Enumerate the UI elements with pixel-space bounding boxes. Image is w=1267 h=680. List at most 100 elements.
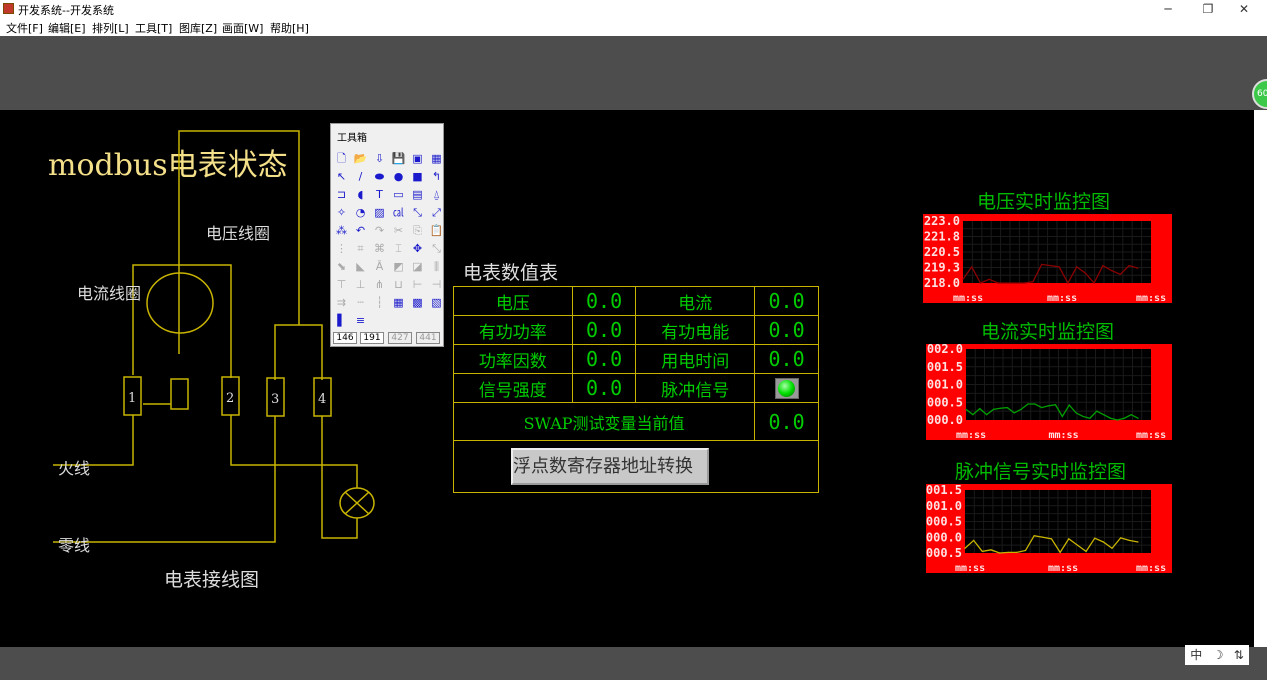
rotate-icon[interactable]: ⤡: [428, 241, 445, 257]
data-point: [1076, 266, 1078, 268]
combine-icon[interactable]: ⌘: [371, 241, 388, 257]
ungroup-icon[interactable]: ⌗: [352, 241, 369, 257]
menu-screen[interactable]: 画面[W]: [222, 20, 263, 36]
import-icon[interactable]: ⇩: [371, 151, 388, 167]
ime-chinese-icon[interactable]: 中: [1190, 645, 1202, 665]
data-point: [1050, 538, 1053, 540]
fill-color-icon[interactable]: ▌: [333, 313, 350, 329]
current-chart-title: 电流实时监控图: [981, 321, 1115, 343]
back-icon[interactable]: ◣: [352, 259, 369, 275]
polyline-icon[interactable]: ↰: [428, 169, 445, 185]
current-chart: 002.0 001.5 001.0 000.5 000.0 mm:ss mm:ss mm:ss: [926, 344, 1172, 440]
break-icon[interactable]: ✥: [409, 241, 426, 257]
distribute-icon[interactable]: ⇉: [333, 295, 350, 311]
gauge-icon[interactable]: ◔: [352, 205, 369, 221]
palette-icon[interactable]: ▩: [409, 295, 426, 311]
close-button[interactable]: ✕: [1226, 0, 1262, 18]
align-bottom-icon[interactable]: ⊥: [352, 277, 369, 293]
paste-icon[interactable]: 📋: [428, 223, 445, 239]
align-center-icon[interactable]: ⫼: [428, 259, 445, 275]
data-point: [1007, 551, 1009, 553]
line-icon[interactable]: /: [352, 169, 369, 185]
voltage-chart-title: 电压实时监控图: [977, 191, 1111, 213]
meter-table-title: 电表数值表: [463, 262, 559, 284]
data-point: [1130, 414, 1132, 416]
rounded-rect-icon[interactable]: ▭: [390, 187, 407, 203]
bitmap-icon[interactable]: ▤: [409, 187, 426, 203]
data-point: [999, 407, 1002, 409]
maximize-button[interactable]: ❐: [1190, 0, 1226, 18]
design-canvas[interactable]: modbus电表状态 1 2 3 4 电压线圈 电流线圈 火线 零线 电表接线图…: [0, 110, 1254, 647]
menu-arrange[interactable]: 排列[L]: [92, 20, 129, 36]
group-icon[interactable]: ⁂: [333, 223, 350, 239]
menu-help[interactable]: 帮助[H]: [270, 20, 309, 36]
ime-punct-icon[interactable]: ⇅: [1234, 645, 1244, 665]
menu-tools[interactable]: 工具[T]: [135, 20, 172, 36]
font-icon[interactable]: Ā: [371, 259, 388, 275]
minimize-button[interactable]: ─: [1150, 0, 1186, 18]
trend-icon[interactable]: ⤡: [409, 205, 426, 221]
data-point: [1006, 282, 1008, 284]
text-icon[interactable]: T: [371, 187, 388, 203]
active-energy-value: 0.0: [754, 315, 819, 345]
vspace-icon[interactable]: ┆: [371, 295, 388, 311]
new-icon[interactable]: 🗋: [333, 151, 350, 167]
front-icon[interactable]: ⬊: [333, 259, 350, 275]
float-register-convert-button[interactable]: 浮点数寄存器地址转换: [511, 448, 709, 485]
terminal-3-label: 3: [271, 392, 279, 407]
open-icon[interactable]: 📂: [352, 151, 369, 167]
undo-icon[interactable]: ↶: [352, 223, 369, 239]
data-point: [1049, 265, 1052, 267]
data-point: [1102, 265, 1104, 267]
y-tick-label: 000.5: [927, 395, 963, 409]
coord-x-field[interactable]: 146: [333, 332, 357, 344]
layer-down-icon[interactable]: ◪: [409, 259, 426, 275]
hspace-icon[interactable]: ┄: [352, 295, 369, 311]
menu-edit[interactable]: 编辑[E]: [48, 20, 86, 36]
align-icon[interactable]: ⋮: [333, 241, 350, 257]
data-point: [1075, 412, 1077, 414]
cut-icon[interactable]: ✂: [390, 223, 407, 239]
y-tick-label: -000.5: [926, 546, 962, 560]
swap-label: SWAP测试变量当前值: [452, 402, 756, 441]
arc-icon[interactable]: ◖: [352, 187, 369, 203]
data-point: [1023, 282, 1025, 284]
wizard-icon[interactable]: ✧: [333, 205, 350, 221]
rectangle-icon[interactable]: ■: [409, 169, 426, 185]
active-power-label: 有功功率: [453, 315, 573, 345]
pipe-icon[interactable]: ⊐: [333, 187, 350, 203]
menu-file[interactable]: 文件[F]: [6, 20, 43, 36]
flask-icon[interactable]: ⍙: [428, 187, 445, 203]
redo-icon[interactable]: ↷: [371, 223, 388, 239]
align-left-icon[interactable]: ⊢: [409, 277, 426, 293]
grid-icon[interactable]: ▦: [390, 295, 407, 311]
ime-moon-icon[interactable]: ☽: [1213, 645, 1224, 665]
link-icon[interactable]: ⤢: [428, 205, 445, 221]
align-right-icon[interactable]: ⊣: [428, 277, 445, 293]
wiring-caption: 电表接线图: [164, 569, 260, 591]
save-icon[interactable]: 💾: [390, 151, 407, 167]
pointer-icon[interactable]: ↖: [333, 169, 350, 185]
ellipse-flat-icon[interactable]: ⬬: [371, 169, 388, 185]
screen-icon[interactable]: ▦: [428, 151, 445, 167]
menu-gallery[interactable]: 图库[Z]: [179, 20, 217, 36]
abc-icon[interactable]: ㎈: [390, 205, 407, 221]
x-tick-label: mm:ss: [1136, 430, 1166, 440]
ellipse-icon[interactable]: ●: [390, 169, 407, 185]
coord-y-field[interactable]: 191: [360, 332, 384, 344]
layer-up-icon[interactable]: ◩: [390, 259, 407, 275]
picture-icon[interactable]: ▨: [371, 205, 388, 221]
copy-icon[interactable]: ⎘: [409, 223, 426, 239]
voltage-label: 电压: [453, 286, 573, 316]
data-point: [1137, 417, 1139, 419]
align-mid-icon[interactable]: ⋔: [371, 277, 388, 293]
merge-icon[interactable]: ⌶: [390, 241, 407, 257]
align-top-icon[interactable]: ⊤: [333, 277, 350, 293]
color-pick-icon[interactable]: ▧: [428, 295, 445, 311]
ime-toolbar[interactable]: 中 ☽ ⇅: [1185, 645, 1249, 665]
toolbox-panel[interactable]: 工具箱 🗋 📂 ⇩ 💾 ▣ ▦ ↖ / ⬬ ● ■ ↰ ⊐ ◖ T ▭ ▤ ⍙ ✧ ◔ ▨ ㎈ ⤡ ⤢ ⁂ ↶ ↷ ✂ ⎘ 📋 ⋮ ⌗ ⌘ ⌶ ✥ ⤡…: [330, 123, 444, 347]
line-style-icon[interactable]: ≡: [352, 313, 369, 329]
pulse-led-indicator: [774, 377, 799, 399]
preview-icon[interactable]: ▣: [409, 151, 426, 167]
align-base-icon[interactable]: ⊔: [390, 277, 407, 293]
